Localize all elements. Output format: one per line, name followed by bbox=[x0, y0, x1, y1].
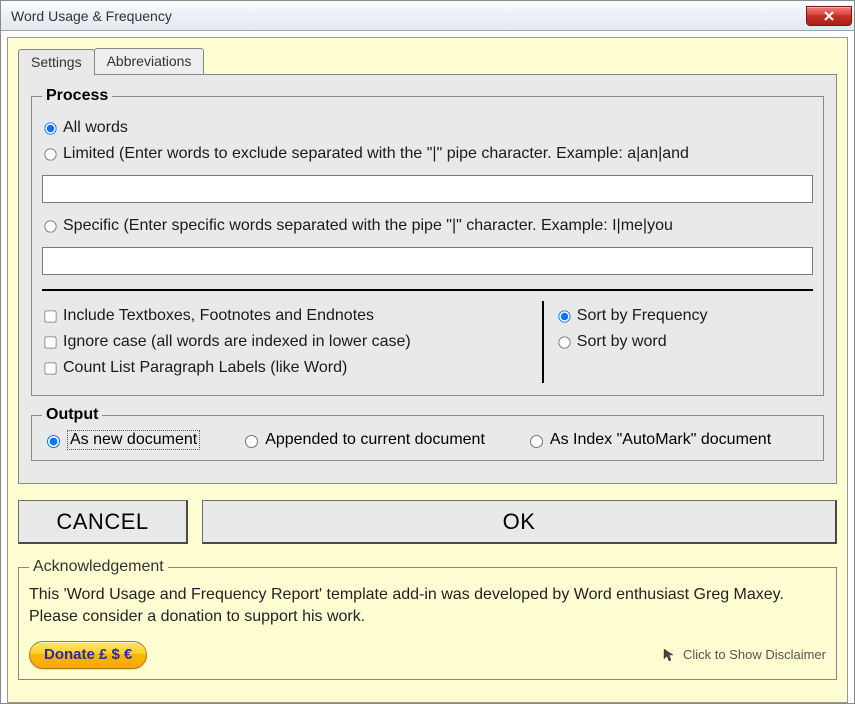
output-fieldset: Output As new document Appended to curre… bbox=[31, 406, 824, 461]
vertical-divider bbox=[542, 301, 544, 383]
radio-output-appended[interactable]: Appended to current document bbox=[240, 430, 485, 450]
radio-specific-input[interactable] bbox=[44, 220, 56, 232]
radio-output-newdoc-input[interactable] bbox=[47, 435, 60, 448]
options-left: Include Textboxes, Footnotes and Endnote… bbox=[42, 299, 530, 385]
acknowledgement-text: This 'Word Usage and Frequency Report' t… bbox=[29, 584, 826, 629]
process-fieldset: Process All words Limited (Enter words t… bbox=[31, 87, 824, 396]
radio-specific[interactable]: Specific (Enter specific words separated… bbox=[42, 217, 813, 235]
separator bbox=[42, 289, 813, 291]
check-ignore-case-input[interactable] bbox=[44, 336, 56, 348]
check-include-textboxes[interactable]: Include Textboxes, Footnotes and Endnote… bbox=[42, 307, 530, 325]
radio-output-appended-input[interactable] bbox=[245, 435, 258, 448]
process-legend: Process bbox=[42, 87, 112, 105]
donate-button[interactable]: Donate £ $ € bbox=[29, 641, 147, 669]
radio-sort-frequency[interactable]: Sort by Frequency bbox=[556, 307, 813, 325]
acknowledgement-legend: Acknowledgement bbox=[29, 558, 168, 576]
tab-content-settings: Process All words Limited (Enter words t… bbox=[18, 74, 837, 484]
radio-output-automark[interactable]: As Index "AutoMark" document bbox=[525, 430, 771, 450]
radio-output-automark-input[interactable] bbox=[530, 435, 543, 448]
check-ignore-case[interactable]: Ignore case (all words are indexed in lo… bbox=[42, 333, 530, 351]
cancel-button[interactable]: CANCEL bbox=[18, 500, 188, 544]
radio-sort-word-input[interactable] bbox=[558, 336, 570, 348]
tab-abbreviations[interactable]: Abbreviations bbox=[94, 48, 205, 74]
limited-input[interactable] bbox=[42, 175, 813, 203]
specific-input[interactable] bbox=[42, 247, 813, 275]
radio-output-appended-label: Appended to current document bbox=[265, 431, 485, 449]
check-count-list[interactable]: Count List Paragraph Labels (like Word) bbox=[42, 359, 530, 377]
output-row: As new document Appended to current docu… bbox=[42, 430, 813, 450]
radio-specific-label: Specific (Enter specific words separated… bbox=[63, 217, 673, 235]
radio-limited-input[interactable] bbox=[44, 148, 56, 160]
radio-limited-label: Limited (Enter words to exclude separate… bbox=[63, 145, 689, 163]
radio-sort-word[interactable]: Sort by word bbox=[556, 333, 813, 351]
acknowledgement-bottom: Donate £ $ € Click to Show Disclaimer bbox=[29, 641, 826, 669]
disclaimer-label: Click to Show Disclaimer bbox=[683, 647, 826, 662]
check-include-textboxes-input[interactable] bbox=[44, 310, 56, 322]
radio-limited[interactable]: Limited (Enter words to exclude separate… bbox=[42, 145, 813, 163]
cursor-icon bbox=[661, 647, 677, 663]
radio-sort-word-label: Sort by word bbox=[577, 333, 667, 351]
check-count-list-label: Count List Paragraph Labels (like Word) bbox=[63, 359, 347, 377]
check-count-list-input[interactable] bbox=[44, 362, 56, 374]
radio-all-words-input[interactable] bbox=[44, 122, 56, 134]
window-title: Word Usage & Frequency bbox=[11, 8, 172, 24]
close-icon bbox=[823, 11, 835, 21]
radio-output-newdoc[interactable]: As new document bbox=[42, 430, 200, 450]
radio-output-automark-label: As Index "AutoMark" document bbox=[550, 431, 771, 449]
check-include-textboxes-label: Include Textboxes, Footnotes and Endnote… bbox=[63, 307, 374, 325]
acknowledgement-fieldset: Acknowledgement This 'Word Usage and Fre… bbox=[18, 558, 837, 680]
tab-strip: Settings Abbreviations bbox=[18, 48, 837, 74]
options-right: Sort by Frequency Sort by word bbox=[556, 299, 813, 385]
output-legend: Output bbox=[42, 406, 102, 424]
radio-output-newdoc-label: As new document bbox=[67, 430, 200, 450]
radio-all-words-label: All words bbox=[63, 119, 128, 137]
tab-settings[interactable]: Settings bbox=[18, 49, 95, 75]
options-row: Include Textboxes, Footnotes and Endnote… bbox=[42, 299, 813, 385]
title-bar: Word Usage & Frequency bbox=[1, 1, 854, 31]
main-panel: Settings Abbreviations Process All words… bbox=[7, 37, 848, 703]
radio-all-words[interactable]: All words bbox=[42, 119, 813, 137]
check-ignore-case-label: Ignore case (all words are indexed in lo… bbox=[63, 333, 411, 351]
disclaimer-link[interactable]: Click to Show Disclaimer bbox=[661, 647, 826, 663]
radio-sort-frequency-input[interactable] bbox=[558, 310, 570, 322]
ok-button[interactable]: OK bbox=[202, 500, 837, 544]
button-row: CANCEL OK bbox=[18, 500, 837, 544]
radio-sort-frequency-label: Sort by Frequency bbox=[577, 307, 708, 325]
close-button[interactable] bbox=[806, 6, 852, 26]
